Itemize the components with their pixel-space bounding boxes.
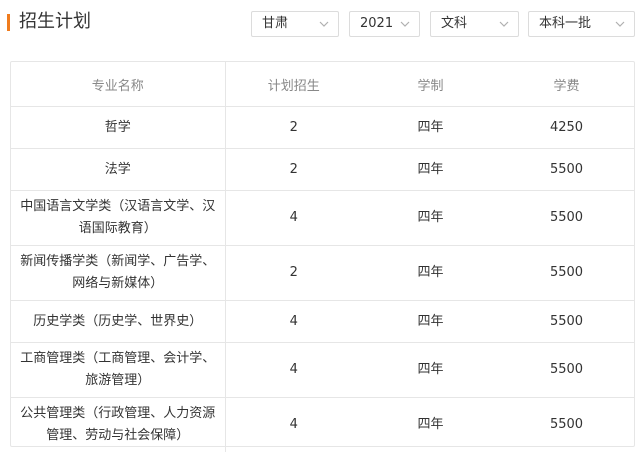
tuition-fee: 5500 xyxy=(499,190,634,246)
major-name: 历史学类（历史学、世界史） xyxy=(11,300,226,343)
study-years: 四年 xyxy=(362,148,499,191)
major-name: 新闻传播学类（新闻学、广告学、网络与新媒体） xyxy=(11,245,226,301)
batch-select[interactable]: 本科一批 xyxy=(528,11,635,37)
study-years: 四年 xyxy=(362,190,499,246)
major-name: 哲学 xyxy=(11,106,226,149)
province-select[interactable]: 甘肃 xyxy=(251,11,339,37)
table-row: 中国语言文学类（汉语言文学、汉语国际教育） 4 四年 5500 xyxy=(11,190,634,246)
plan-count: 4 xyxy=(225,342,362,398)
table-row: 新闻传播学类（新闻学、广告学、网络与新媒体） 2 四年 5500 xyxy=(11,245,634,301)
study-years: 四年 xyxy=(362,106,499,149)
table-row: 历史学类（历史学、世界史） 4 四年 5500 xyxy=(11,300,634,343)
plan-count: 4 xyxy=(225,397,362,452)
plan-count: 4 xyxy=(225,300,362,343)
column-header-years: 学制 xyxy=(362,62,499,107)
tuition-fee: 5500 xyxy=(499,300,634,343)
column-header-major: 专业名称 xyxy=(11,62,226,107)
year-select-value: 2021 xyxy=(360,16,394,31)
tuition-fee: 5500 xyxy=(499,245,634,301)
study-years: 四年 xyxy=(362,300,499,343)
table-row: 法学 2 四年 5500 xyxy=(11,148,634,191)
study-years: 四年 xyxy=(362,342,499,398)
page-header: 招生计划 甘肃 2021 文科 本科一批 xyxy=(0,0,644,48)
table-row: 工商管理类（工商管理、会计学、旅游管理） 4 四年 5500 xyxy=(11,342,634,398)
chevron-down-icon xyxy=(400,21,410,27)
column-header-plan: 计划招生 xyxy=(225,62,362,107)
table-row: 哲学 2 四年 4250 xyxy=(11,106,634,149)
study-years: 四年 xyxy=(362,245,499,301)
enrollment-table: 专业名称 计划招生 学制 学费 哲学 2 四年 4250 法学 2 四年 550… xyxy=(10,61,635,452)
column-header-fee: 学费 xyxy=(499,62,634,107)
chevron-down-icon xyxy=(615,21,625,27)
plan-count: 2 xyxy=(225,245,362,301)
tuition-fee: 5500 xyxy=(499,148,634,191)
plan-count: 2 xyxy=(225,148,362,191)
plan-count: 4 xyxy=(225,190,362,246)
table-header-row: 专业名称 计划招生 学制 学费 xyxy=(11,62,634,107)
chevron-down-icon xyxy=(319,21,329,27)
major-name: 法学 xyxy=(11,148,226,191)
batch-select-value: 本科一批 xyxy=(539,16,592,31)
title-accent-bar xyxy=(7,14,10,31)
tuition-fee: 5500 xyxy=(499,342,634,398)
enrollment-table-grid: 专业名称 计划招生 学制 学费 哲学 2 四年 4250 法学 2 四年 550… xyxy=(11,62,634,452)
page-title: 招生计划 xyxy=(19,11,91,32)
major-name: 中国语言文学类（汉语言文学、汉语国际教育） xyxy=(11,190,226,246)
tuition-fee: 4250 xyxy=(499,106,634,149)
plan-count: 2 xyxy=(225,106,362,149)
subject-select[interactable]: 文科 xyxy=(430,11,519,37)
subject-select-value: 文科 xyxy=(441,16,468,31)
year-select[interactable]: 2021 xyxy=(349,11,420,37)
chevron-down-icon xyxy=(499,21,509,27)
province-select-value: 甘肃 xyxy=(262,16,289,31)
major-name: 工商管理类（工商管理、会计学、旅游管理） xyxy=(11,342,226,398)
study-years: 四年 xyxy=(362,397,499,452)
table-row: 公共管理类（行政管理、人力资源管理、劳动与社会保障） 4 四年 5500 xyxy=(11,397,634,452)
major-name: 公共管理类（行政管理、人力资源管理、劳动与社会保障） xyxy=(11,397,226,452)
tuition-fee: 5500 xyxy=(499,397,634,452)
